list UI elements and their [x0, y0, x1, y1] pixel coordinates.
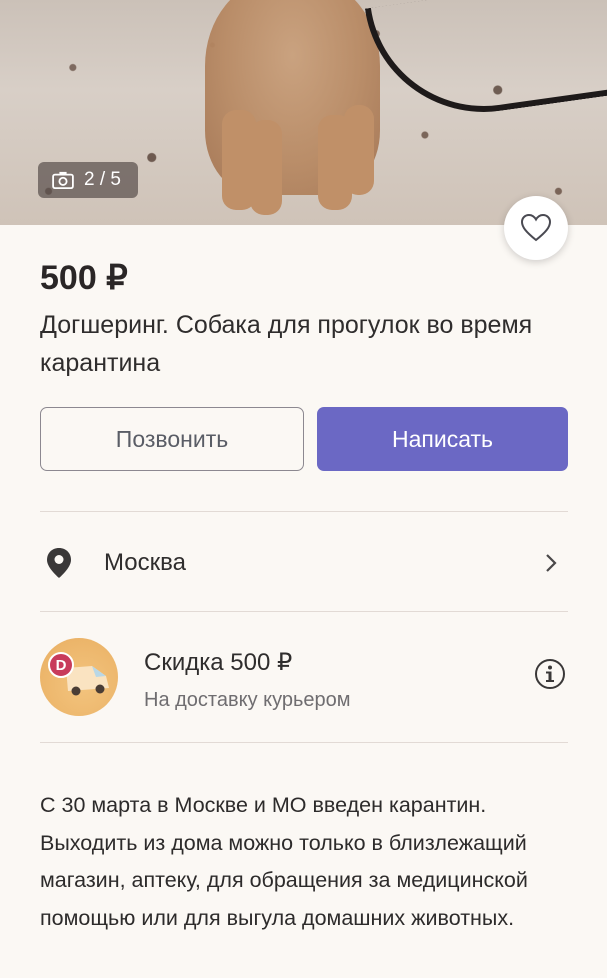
dog-leg [344, 105, 374, 195]
chevron-right-icon [546, 554, 557, 572]
delivery-discount-row[interactable]: D Скидка 500 ₽ На доставку курьером [40, 636, 568, 718]
location-row[interactable]: Москва [40, 530, 568, 596]
heart-icon [521, 214, 551, 242]
promo-subtitle: На доставку курьером [144, 689, 351, 711]
delivery-badge: D [48, 652, 74, 678]
listing-price: 500 ₽ [40, 259, 128, 297]
delivery-avatar: D [40, 638, 118, 716]
dog-leg [250, 120, 282, 215]
divider [40, 511, 568, 512]
favorite-button[interactable] [504, 196, 568, 260]
photo-counter-text: 2 / 5 [84, 169, 121, 190]
call-button[interactable]: Позвонить [40, 407, 304, 471]
listing-description: С 30 марта в Москве и МО введен карантин… [40, 793, 528, 930]
location-pin-icon [47, 548, 71, 578]
camera-icon [52, 171, 74, 189]
listing-photo[interactable]: 2 / 5 [0, 0, 607, 225]
location-city: Москва [104, 549, 186, 576]
promo-title: Скидка 500 ₽ [144, 649, 293, 676]
divider [40, 611, 568, 612]
info-icon[interactable] [534, 658, 566, 690]
write-button[interactable]: Написать [317, 407, 568, 471]
photo-counter: 2 / 5 [38, 162, 138, 198]
divider [40, 742, 568, 743]
listing-title: Догшеринг. Собака для прогулок во время … [40, 311, 533, 377]
